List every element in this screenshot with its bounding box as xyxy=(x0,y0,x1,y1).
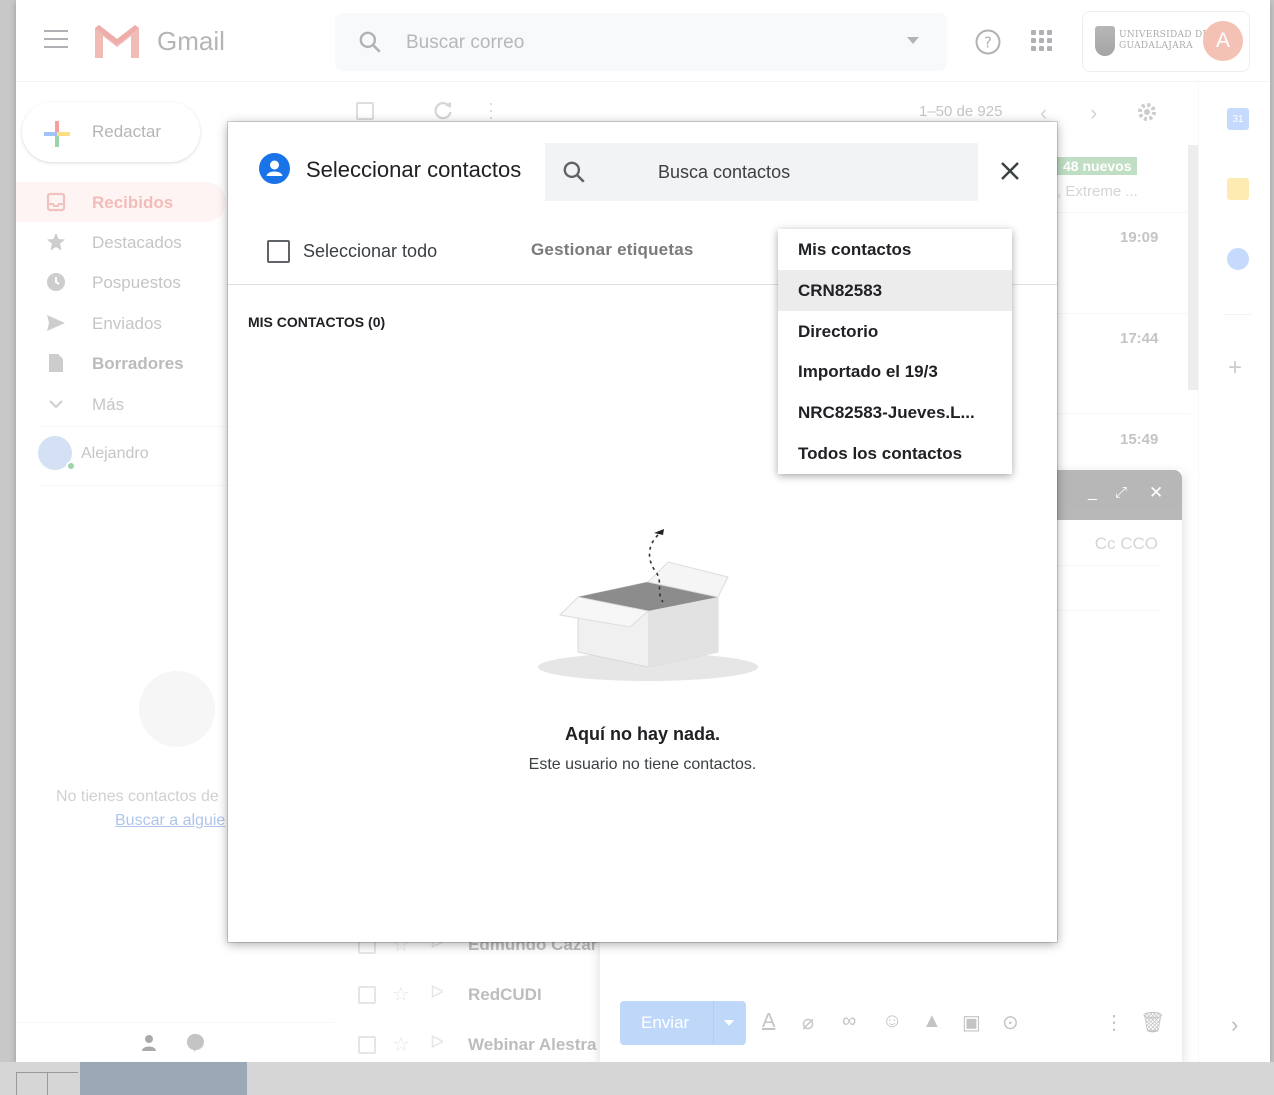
empty-state-title: Aquí no hay nada. xyxy=(564,724,720,744)
select-all-label[interactable]: Seleccionar todo xyxy=(303,241,437,262)
desktop-grid xyxy=(16,1072,78,1095)
menu-item-imported[interactable]: Importado el 19/3 xyxy=(778,351,1012,392)
empty-state-subtitle: Este usuario no tiene contactos. xyxy=(528,756,757,773)
contacts-search-box[interactable]: Busca contactos xyxy=(545,143,978,201)
gmail-window: Gmail Buscar correo ? UNIVERSIDAD DEGUAD… xyxy=(16,0,1270,1062)
menu-item-all-contacts[interactable]: Todos los contactos xyxy=(778,433,1012,474)
search-icon xyxy=(563,161,585,183)
select-all-checkbox[interactable] xyxy=(267,240,290,263)
dialog-title: Seleccionar contactos xyxy=(306,157,522,182)
close-icon[interactable] xyxy=(998,159,1022,183)
contacts-search-input[interactable]: Busca contactos xyxy=(658,162,790,183)
contact-group-menu: Mis contactos CRN82583 Directorio Import… xyxy=(778,229,1012,474)
menu-item-directory[interactable]: Directorio xyxy=(778,311,1012,352)
empty-box-illustration xyxy=(538,529,758,681)
contacts-person-icon xyxy=(259,153,290,184)
desktop-background xyxy=(0,1062,1274,1095)
menu-item-my-contacts[interactable]: Mis contactos xyxy=(778,229,1012,270)
desktop-tile xyxy=(80,1062,247,1095)
section-heading: MIS CONTACTOS (0) xyxy=(248,314,386,330)
menu-item-nrc82583[interactable]: NRC82583-Jueves.L... xyxy=(778,392,1012,433)
menu-item-crn82583[interactable]: CRN82583 xyxy=(778,270,1012,311)
manage-labels-button[interactable]: Gestionar etiquetas xyxy=(531,240,694,260)
